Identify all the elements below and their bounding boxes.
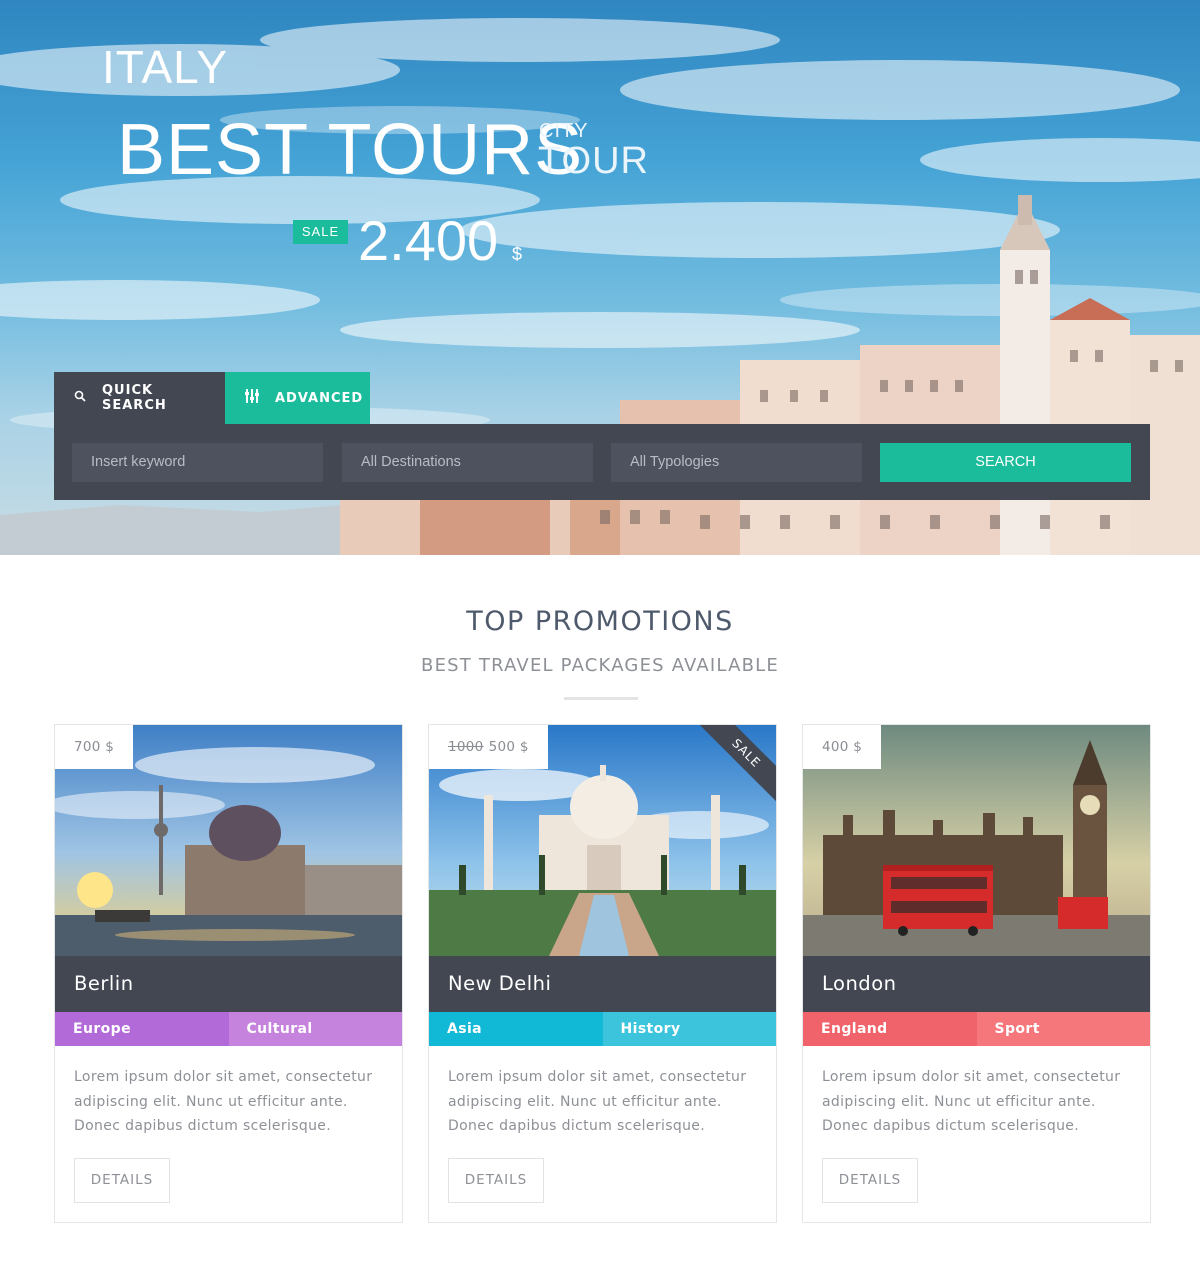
hero-text-block: ITALY BEST TOURS CITY TOUR SALE 2.400 $ <box>0 0 1200 300</box>
tab-quick-search-label: QUICK SEARCH <box>102 383 167 413</box>
tag-europe[interactable]: Europe <box>55 1012 229 1046</box>
section-divider <box>564 697 638 700</box>
search-icon <box>74 390 86 406</box>
keyword-input[interactable]: Insert keyword <box>72 443 323 482</box>
destinations-select[interactable]: All Destinations <box>342 443 593 482</box>
hero-title: BEST TOURS <box>117 110 584 190</box>
tag-cultural[interactable]: Cultural <box>228 1012 402 1046</box>
search-button[interactable]: SEARCH <box>880 443 1131 482</box>
tag-sport[interactable]: Sport <box>976 1012 1150 1046</box>
card-price-value: 700 $ <box>74 739 115 755</box>
tab-advanced-label: ADVANCED <box>275 390 364 406</box>
tab-advanced[interactable]: ADVANCED <box>225 372 370 424</box>
search-panel: Insert keyword All Destinations All Typo… <box>54 424 1150 500</box>
search-tabs: QUICK SEARCH ADVANCED <box>54 372 370 424</box>
sale-ribbon: SALE <box>696 725 776 805</box>
card-price-value: 500 $ <box>488 739 529 755</box>
details-button[interactable]: DETAILS <box>448 1158 544 1203</box>
hero-banner: ITALY BEST TOURS CITY TOUR SALE 2.400 $ … <box>0 0 1200 555</box>
hero-subtitle-large: TOUR <box>538 140 649 182</box>
card-tags: Europe Cultural <box>55 1012 402 1046</box>
card-description: Lorem ipsum dolor sit amet, consectetur … <box>448 1069 747 1134</box>
card-tags: England Sport <box>803 1012 1150 1046</box>
tab-quick-search[interactable]: QUICK SEARCH <box>54 372 225 424</box>
hero-country: ITALY <box>102 41 228 93</box>
section-title: TOP PROMOTIONS <box>466 606 734 637</box>
card-price: 700 $ <box>55 725 134 769</box>
hero-price: 2.400 <box>358 209 499 272</box>
sliders-icon <box>245 389 259 407</box>
card-title: Berlin <box>55 956 402 1012</box>
tag-asia[interactable]: Asia <box>429 1012 603 1046</box>
card-price: 400 $ <box>803 725 882 769</box>
tour-card-new-delhi: 1000 500 $ SALE New Delhi Asia History Lo… <box>428 724 777 1223</box>
tour-card-berlin: 700 $ Berlin Europe Cultural Lorem ipsum… <box>54 724 403 1223</box>
typologies-select[interactable]: All Typologies <box>611 443 862 482</box>
card-tags: Asia History <box>429 1012 776 1046</box>
details-button[interactable]: DETAILS <box>822 1158 918 1203</box>
tag-england[interactable]: England <box>803 1012 977 1046</box>
details-button[interactable]: DETAILS <box>74 1158 170 1203</box>
tour-card-london: 400 $ London England Sport Lorem ipsum d… <box>802 724 1151 1223</box>
sale-ribbon-label: SALE <box>696 725 776 805</box>
card-title: New Delhi <box>429 956 776 1012</box>
card-title: London <box>803 956 1150 1012</box>
card-price: 1000 500 $ <box>429 725 548 769</box>
card-description: Lorem ipsum dolor sit amet, consectetur … <box>822 1069 1121 1134</box>
card-description: Lorem ipsum dolor sit amet, consectetur … <box>74 1069 373 1134</box>
section-subtitle: BEST TRAVEL PACKAGES AVAILABLE <box>421 655 779 676</box>
hero-currency: $ <box>512 244 523 264</box>
card-old-price: 1000 <box>448 739 484 755</box>
tag-history[interactable]: History <box>602 1012 776 1046</box>
card-price-value: 400 $ <box>822 739 863 755</box>
sale-badge: SALE <box>293 220 348 244</box>
